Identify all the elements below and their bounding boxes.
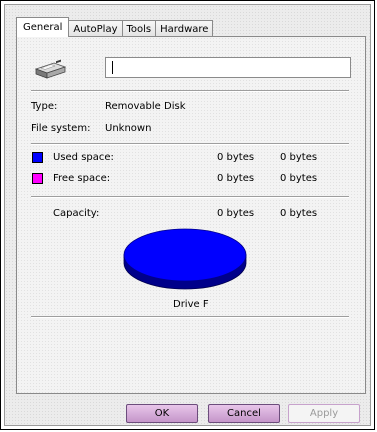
free-space-label: Free space: — [53, 173, 111, 184]
capacity-size: 0 bytes — [280, 208, 318, 219]
file-system-label: File system: — [31, 123, 91, 134]
used-space-color-swatch — [32, 152, 43, 163]
pie-top-used-space — [123, 228, 247, 282]
file-system-value: Unknown — [105, 123, 152, 134]
dialog-body: General AutoPlay Tools Hardware Type: Re… — [4, 4, 371, 426]
tab-strip: General AutoPlay Tools Hardware — [16, 17, 214, 37]
removable-disk-icon — [34, 59, 67, 79]
general-panel: Type: Removable Disk File system: Unknow… — [16, 36, 366, 394]
drive-name-field[interactable] — [105, 57, 351, 78]
type-value: Removable Disk — [105, 101, 186, 112]
capacity-bytes: 0 bytes — [217, 208, 255, 219]
apply-button[interactable]: Apply — [288, 404, 360, 423]
divider-middle — [31, 143, 349, 145]
properties-dialog: General AutoPlay Tools Hardware Type: Re… — [0, 0, 375, 430]
type-label: Type: — [31, 101, 58, 112]
divider-lower — [31, 196, 349, 198]
ok-button[interactable]: OK — [126, 404, 198, 423]
drive-caption: Drive F — [173, 299, 209, 310]
used-space-bytes: 0 bytes — [217, 152, 255, 163]
free-space-bytes: 0 bytes — [217, 173, 255, 184]
button-bar: OK Cancel Apply — [5, 398, 370, 428]
capacity-label: Capacity: — [53, 208, 100, 219]
used-space-label: Used space: — [53, 152, 114, 163]
text-caret — [112, 61, 113, 74]
disk-usage-pie-chart — [123, 228, 247, 290]
tab-general[interactable]: General — [16, 17, 70, 37]
tab-autoplay[interactable]: AutoPlay — [68, 20, 123, 37]
tab-hardware[interactable]: Hardware — [155, 20, 214, 37]
divider-top — [31, 90, 349, 92]
cancel-button[interactable]: Cancel — [208, 404, 280, 423]
used-space-size: 0 bytes — [280, 152, 318, 163]
free-space-size: 0 bytes — [280, 173, 318, 184]
tab-tools[interactable]: Tools — [121, 20, 157, 37]
free-space-color-swatch — [32, 173, 43, 184]
divider-bottom — [31, 316, 349, 318]
